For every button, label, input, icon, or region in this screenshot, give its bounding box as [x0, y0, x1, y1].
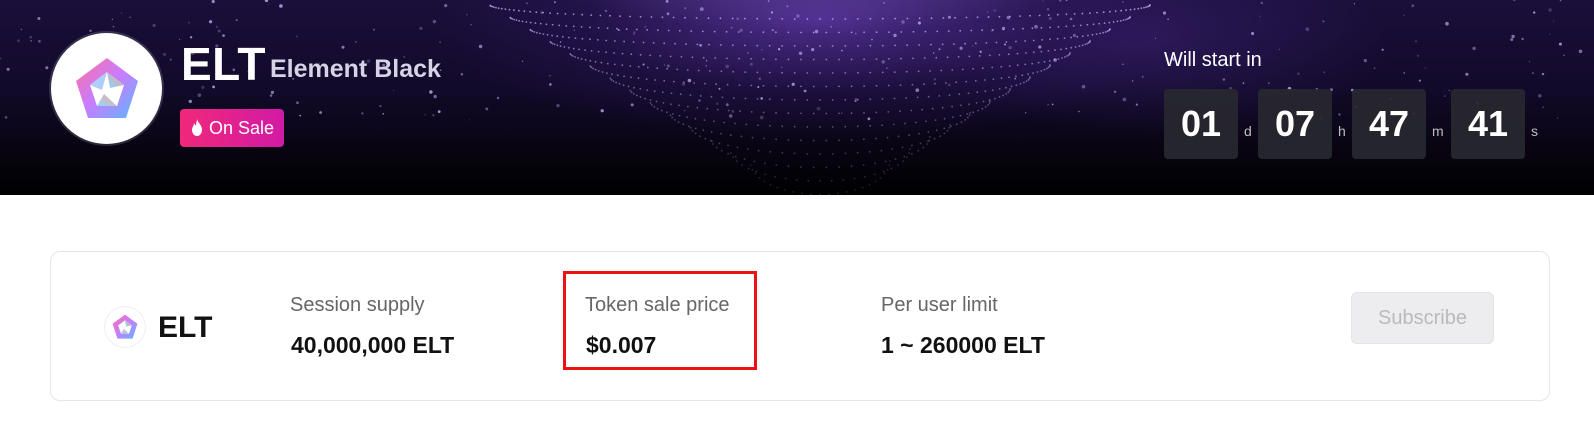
countdown-seconds-unit: s: [1531, 123, 1538, 139]
project-symbol: ELT: [181, 38, 266, 90]
countdown-label: Will start in: [1164, 49, 1262, 71]
flame-icon: [192, 119, 202, 136]
status-badge: On Sale: [180, 109, 284, 147]
session-supply-label: Session supply: [290, 294, 425, 316]
countdown-minutes-unit: m: [1432, 123, 1444, 139]
price-highlight-box: [563, 271, 757, 370]
countdown-seconds-value: 41: [1451, 89, 1525, 159]
pentagon-logo-icon: [112, 314, 138, 339]
session-supply-value: 40,000,000 ELT: [291, 332, 455, 358]
per-user-limit-value: 1 ~ 260000 ELT: [881, 332, 1045, 358]
pentagon-logo-icon: [75, 57, 138, 118]
per-user-limit-label: Per user limit: [881, 294, 998, 316]
countdown-days-value: 01: [1164, 89, 1238, 159]
countdown-days-unit: d: [1244, 123, 1252, 139]
card-token-logo: [105, 307, 145, 347]
hero-banner: ELT Element Black On Sale Will start in …: [0, 0, 1594, 195]
card-token-symbol: ELT: [158, 311, 213, 344]
status-badge-label: On Sale: [209, 117, 275, 138]
countdown-hours-unit: h: [1338, 123, 1346, 139]
project-logo: [51, 33, 162, 144]
countdown-minutes-value: 47: [1352, 89, 1426, 159]
subscribe-button[interactable]: Subscribe: [1351, 292, 1494, 344]
sale-info-card: ELT Session supply 40,000,000 ELT Token …: [50, 251, 1550, 401]
project-name: Element Black: [270, 55, 441, 83]
countdown-hours-value: 07: [1258, 89, 1332, 159]
